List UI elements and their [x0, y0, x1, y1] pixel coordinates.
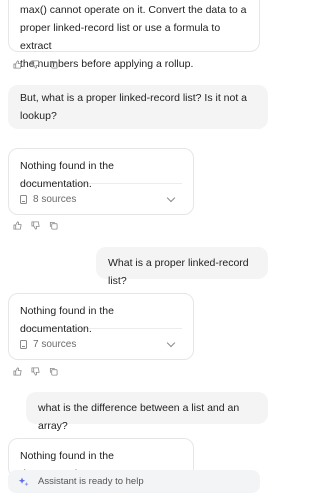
sources-label: 8 sources [33, 193, 77, 205]
message-actions [13, 60, 58, 69]
thumbs-down-icon[interactable] [31, 221, 40, 230]
copy-icon[interactable] [49, 60, 58, 69]
user-message: But, what is a proper linked-record list… [8, 85, 268, 129]
status-text: Assistant is ready to help [38, 476, 144, 487]
sources-label: 7 sources [33, 338, 77, 350]
assistant-message: Nothing found in the documentation. 7 so… [8, 293, 194, 360]
assistant-status-bar: Assistant is ready to help [8, 470, 260, 493]
user-message: what is the difference between a list an… [26, 392, 268, 432]
assistant-message: Nothing found in the documentation. 8 so… [8, 148, 194, 215]
thumbs-up-icon[interactable] [13, 60, 22, 69]
message-text: Nothing found in the documentation. [20, 160, 114, 190]
copy-icon[interactable] [49, 367, 58, 376]
message-line: proper linked-record list or use a formu… [20, 22, 221, 52]
thumbs-down-icon[interactable] [31, 367, 40, 376]
assistant-message: max() cannot operate on it. Convert the … [8, 0, 260, 70]
message-line: max() cannot operate on it. Convert the … [20, 4, 247, 16]
message-text: Nothing found in the documentation. [20, 305, 114, 335]
thumbs-up-icon[interactable] [13, 221, 22, 230]
book-icon [20, 195, 27, 204]
message-actions [13, 367, 58, 376]
thumbs-down-icon[interactable] [31, 60, 40, 69]
chevron-down-icon [166, 338, 176, 348]
message-line: lookup? [20, 110, 57, 122]
thumbs-up-icon[interactable] [13, 367, 22, 376]
message-line: But, what is a proper linked-record list… [20, 92, 248, 104]
book-icon [20, 340, 27, 349]
user-message: What is a proper linked-record list? [96, 247, 268, 287]
message-text: What is a proper linked-record list? [108, 257, 249, 287]
copy-icon[interactable] [49, 221, 58, 230]
message-text: what is the difference between a list an… [38, 402, 240, 432]
chevron-down-icon [166, 193, 176, 203]
sparkle-icon [18, 477, 29, 486]
message-actions [13, 221, 58, 230]
